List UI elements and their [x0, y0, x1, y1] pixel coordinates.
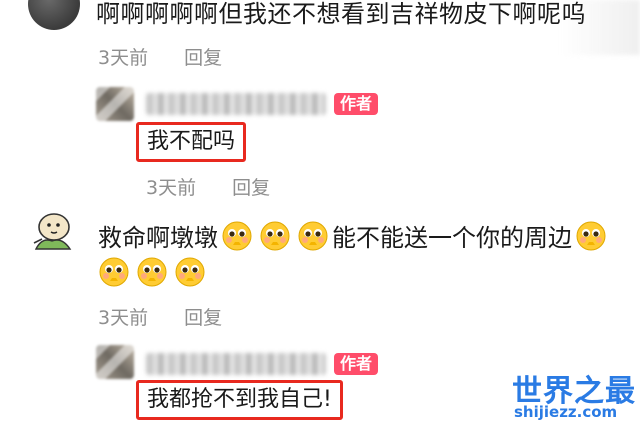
- pleading-face-emoji-icon: [136, 256, 168, 288]
- reply-meta: 3天前 回复: [146, 173, 270, 200]
- pleading-face-emoji-icon: [98, 256, 130, 288]
- commenter-avatar[interactable]: [28, 0, 80, 30]
- commenter-avatar[interactable]: [28, 205, 76, 253]
- comment-meta: 3天前 回复: [98, 303, 222, 330]
- pleading-face-emoji-icon: [221, 220, 253, 252]
- pleading-face-emoji-icon: [174, 256, 206, 288]
- author-badge: 作者: [334, 353, 379, 375]
- watermark-url: shijiezz.com: [514, 403, 618, 421]
- comment-text-tail: 能不能送一个你的周边: [332, 224, 572, 252]
- author-reply-text: 我都抢不到我自己!: [136, 380, 343, 420]
- comment-text-line: 救命啊墩墩 能不能送一个你的周边: [98, 218, 610, 253]
- reply-button[interactable]: 回复: [184, 307, 222, 329]
- comment-emoji-line: [95, 256, 209, 288]
- pleading-face-emoji-icon: [297, 220, 329, 252]
- author-reply-text: 我不配吗: [136, 122, 247, 162]
- reply-button[interactable]: 回复: [232, 177, 270, 199]
- pleading-face-emoji-icon: [575, 220, 607, 252]
- cartoon-character-avatar-icon: [33, 213, 72, 250]
- pleading-face-emoji-icon: [259, 220, 291, 252]
- author-name[interactable]: [146, 353, 326, 375]
- comment-time: 3天前: [98, 307, 149, 329]
- comment-meta: 3天前 回复: [98, 43, 222, 70]
- author-name[interactable]: [146, 93, 326, 115]
- comment-text: 救命啊墩墩: [98, 224, 218, 252]
- reply-button[interactable]: 回复: [184, 47, 222, 69]
- author-avatar[interactable]: [96, 87, 134, 121]
- author-avatar[interactable]: [96, 345, 134, 379]
- comment-time: 3天前: [98, 47, 149, 69]
- reply-time: 3天前: [146, 177, 197, 199]
- author-badge: 作者: [334, 93, 379, 115]
- comment-text: 啊啊啊啊啊但我还不想看到吉祥物皮下啊呢呜: [96, 0, 586, 28]
